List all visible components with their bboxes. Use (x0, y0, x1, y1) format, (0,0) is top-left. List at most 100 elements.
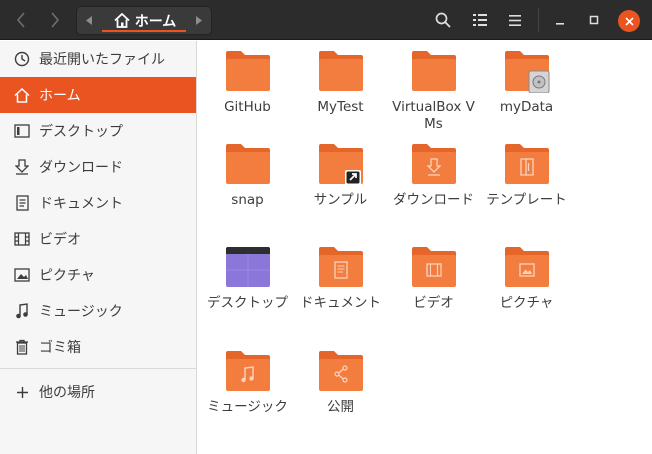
sidebar-item-documents[interactable]: ドキュメント (0, 185, 196, 221)
minimize-icon (556, 23, 564, 25)
sidebar-item-label: 他の場所 (39, 385, 95, 401)
folder-item[interactable]: VirtualBox VMs (387, 49, 480, 133)
triangle-left-icon (86, 16, 92, 25)
folder-label: VirtualBox VMs (392, 99, 475, 132)
sidebar-item-label: ホーム (39, 88, 81, 104)
music-icon (13, 302, 31, 320)
plus-icon (13, 383, 31, 401)
folder-label: ビデオ (413, 295, 454, 311)
search-button[interactable] (428, 6, 458, 34)
folder-download-icon (411, 144, 456, 184)
chevron-right-icon (51, 12, 60, 28)
hamburger-icon (509, 14, 521, 26)
chevron-left-icon (16, 12, 25, 28)
sidebar-item-videos[interactable]: ビデオ (0, 221, 196, 257)
sidebar-item-label: ミュージック (39, 304, 123, 320)
download-icon (13, 158, 31, 176)
folder-item[interactable]: snap (201, 142, 294, 209)
folder-item[interactable]: デスクトップ (201, 245, 294, 312)
sidebar-item-music[interactable]: ミュージック (0, 293, 196, 329)
picture-icon (13, 266, 31, 284)
folder-item[interactable]: myData (480, 49, 573, 116)
sidebar-item-trash[interactable]: ゴミ箱 (0, 329, 196, 365)
trash-icon (13, 338, 31, 356)
folder-label: ダウンロード (393, 192, 474, 208)
sidebar-item-label: ゴミ箱 (39, 340, 81, 356)
folder-documents-icon (318, 247, 363, 287)
folder-icon (225, 51, 270, 91)
forward-button[interactable] (38, 6, 72, 34)
sidebar-item-label: ピクチャ (39, 268, 95, 284)
sidebar-item-label: デスクトップ (39, 124, 123, 140)
folder-item[interactable]: ミュージック (201, 349, 294, 416)
folder-label: myData (499, 99, 554, 115)
folder-drive-icon (504, 51, 549, 93)
menu-button[interactable] (500, 6, 530, 34)
sidebar-item-downloads[interactable]: ダウンロード (0, 149, 196, 185)
clock-icon (13, 50, 31, 68)
folder-item[interactable]: ピクチャ (480, 245, 573, 312)
folder-templates-icon (504, 144, 549, 184)
sidebar-item-desktop[interactable]: デスクトップ (0, 113, 196, 149)
folder-item[interactable]: ダウンロード (387, 142, 480, 209)
sidebar-item-pictures[interactable]: ピクチャ (0, 257, 196, 293)
folder-label: ドキュメント (300, 295, 381, 311)
folder-item[interactable]: MyTest (294, 49, 387, 116)
desktop-icon (13, 122, 31, 140)
film-icon (13, 230, 31, 248)
header-divider (538, 8, 539, 32)
search-icon (435, 12, 451, 28)
folder-pictures-icon (504, 247, 549, 287)
folder-videos-icon (411, 247, 456, 287)
folder-item[interactable]: GitHub (201, 49, 294, 116)
folder-item[interactable]: サンプル (294, 142, 387, 209)
path-crumb-label: ホーム (134, 13, 177, 30)
home-icon (114, 13, 130, 28)
path-scroll-right-button[interactable] (189, 7, 209, 34)
folder-label: 公開 (327, 399, 354, 415)
home-icon (13, 86, 31, 104)
close-button[interactable] (618, 10, 640, 32)
maximize-button[interactable] (581, 6, 607, 34)
sidebar-item-label: ドキュメント (39, 196, 123, 212)
folder-label: ピクチャ (499, 295, 554, 311)
folder-link-icon (318, 144, 363, 185)
folder-label: MyTest (317, 99, 364, 115)
folder-icon (225, 144, 270, 184)
folder-item[interactable]: テンプレート (480, 142, 573, 209)
folder-label: サンプル (313, 192, 368, 208)
folder-label: ミュージック (207, 399, 288, 415)
folder-icon (411, 51, 456, 91)
sidebar-separator (0, 368, 196, 369)
path-scroll-left-button[interactable] (79, 7, 99, 34)
folder-label: テンプレート (486, 192, 567, 208)
sidebar-item-label: 最近開いたファイル (39, 52, 165, 68)
minimize-button[interactable] (547, 6, 573, 34)
view-list-button[interactable] (465, 6, 495, 34)
folder-item[interactable]: 公開 (294, 349, 387, 416)
list-view-icon (473, 14, 487, 26)
folder-public-share-icon (318, 351, 363, 391)
sidebar-item-recent[interactable]: 最近開いたファイル (0, 41, 196, 77)
sidebar-item-label: ダウンロード (39, 160, 123, 176)
triangle-right-icon (196, 16, 202, 25)
sidebar: 最近開いたファイル ホーム デスクトップ ダウンロード ドキュメント ビデオ ピ… (0, 41, 197, 454)
sidebar-item-other-locations[interactable]: 他の場所 (0, 374, 196, 410)
folder-label: snap (231, 192, 264, 208)
folder-music-icon (225, 351, 270, 391)
close-icon (624, 16, 634, 26)
folder-label: GitHub (224, 99, 271, 115)
folder-icon (318, 51, 363, 91)
path-bar: ホーム (76, 6, 212, 35)
folder-desktop-icon (225, 247, 270, 287)
active-crumb-indicator (102, 30, 186, 32)
sidebar-item-label: ビデオ (39, 232, 81, 248)
back-button[interactable] (4, 6, 38, 34)
header-bar: ホーム (0, 0, 652, 40)
maximize-icon (589, 15, 599, 25)
sidebar-item-home[interactable]: ホーム (0, 77, 196, 113)
document-icon (13, 194, 31, 212)
folder-label: デスクトップ (207, 295, 288, 311)
folder-item[interactable]: ビデオ (387, 245, 480, 312)
folder-item[interactable]: ドキュメント (294, 245, 387, 312)
